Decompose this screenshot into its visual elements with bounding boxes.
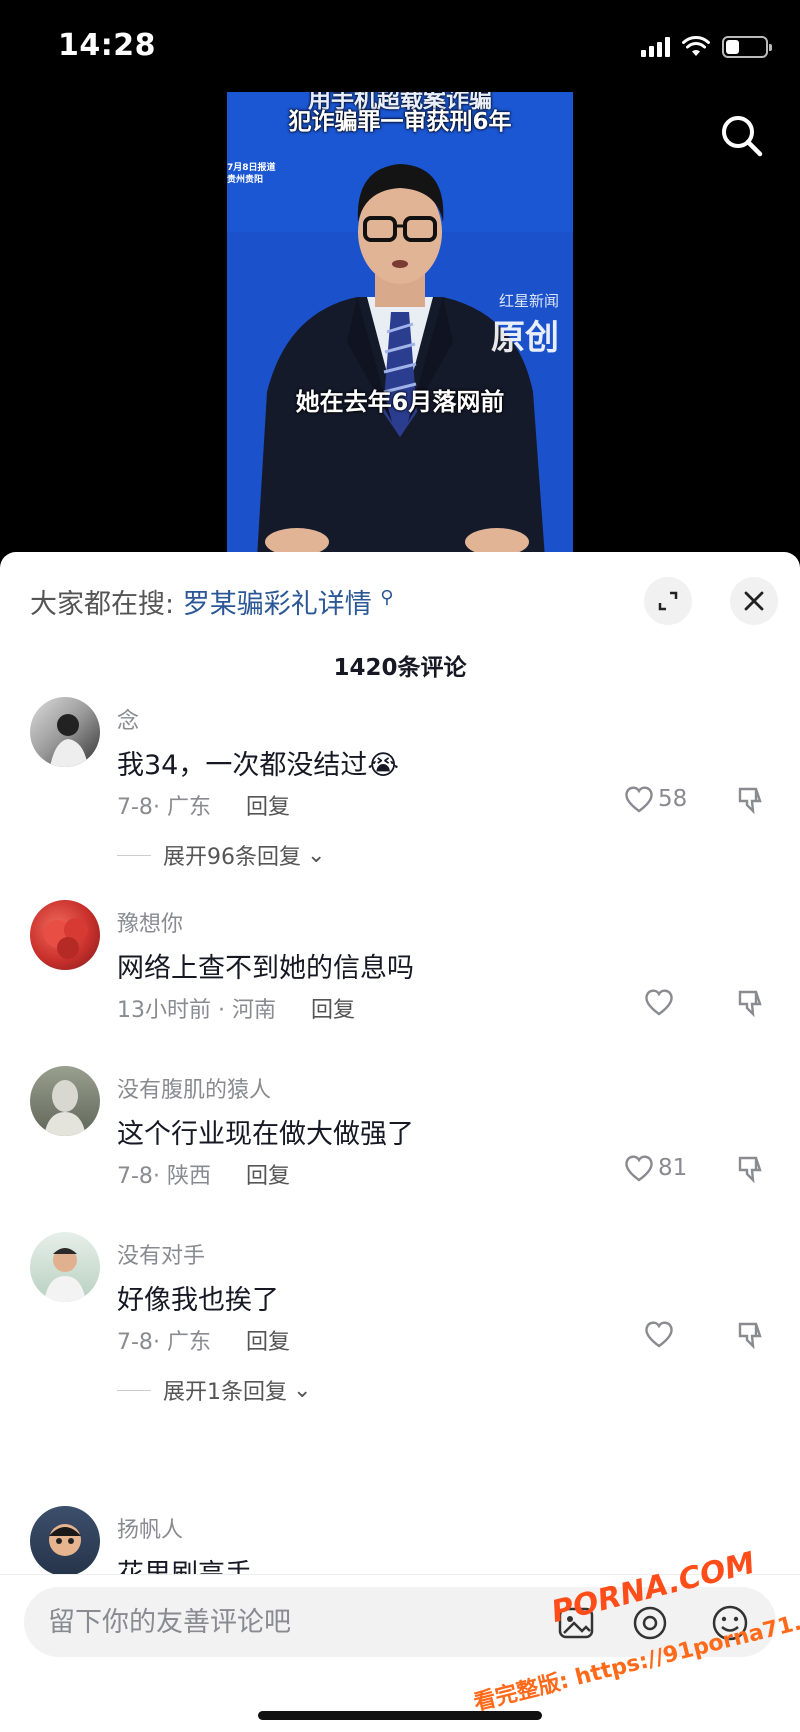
video-dateline: 7月8日报道 贵州贵阳 <box>227 162 276 186</box>
avatar[interactable] <box>30 1066 100 1136</box>
comment-time: 7-8 <box>117 1330 153 1355</box>
comment-time: 7-8 <box>117 795 153 820</box>
comment-username[interactable]: 没有对手 <box>117 1238 205 1270</box>
crying-emoji-icon: 😭 <box>367 750 399 781</box>
comment-username[interactable]: 豫想你 <box>117 906 183 938</box>
battery-level <box>726 40 739 54</box>
comment-location: 陕西 <box>166 1164 211 1189</box>
like-button[interactable]: 81 <box>624 1154 687 1182</box>
heart-icon <box>625 786 653 813</box>
dislike-icon[interactable] <box>736 1154 766 1184</box>
expand-replies-label: 展开1条回复 <box>163 1380 287 1405</box>
comment-text: 我34，一次都没结过😭 <box>117 743 399 782</box>
expand-replies-label: 展开96条回复 <box>163 845 301 870</box>
wifi-icon <box>682 36 710 56</box>
avatar[interactable] <box>30 900 100 970</box>
hot-search-bar[interactable]: 大家都在搜: 罗某骗彩礼详情 ⚲ <box>30 582 393 621</box>
reply-button[interactable]: 回复 <box>246 795 290 820</box>
comment-text: 花里刷高手 <box>117 1552 252 1574</box>
comment-time: 7-8 <box>117 1164 153 1189</box>
expand-sheet-button[interactable] <box>644 577 692 625</box>
status-bar: 14:28 <box>0 0 800 100</box>
hot-search-label: 大家都在搜: <box>30 589 175 620</box>
search-icon[interactable] <box>718 112 766 160</box>
comment-text: 网络上查不到她的信息吗 <box>117 953 414 984</box>
comment-meta: 7-8· 广东 回复 <box>117 1330 290 1355</box>
comment-body: 我34，一次都没结过 <box>117 750 368 781</box>
comment-text: 这个行业现在做大做强了 <box>117 1119 414 1150</box>
dislike-icon[interactable] <box>736 785 766 815</box>
avatar[interactable] <box>30 1506 100 1574</box>
home-indicator <box>258 1711 542 1720</box>
like-count: 58 <box>658 786 688 812</box>
like-button[interactable] <box>644 988 674 1016</box>
chevron-down-icon: ⌄ <box>293 1377 312 1403</box>
video-logo-source: 红星新闻 <box>498 292 559 310</box>
comment-username[interactable]: 没有腹肌的猿人 <box>117 1072 271 1104</box>
video-location: 贵州贵阳 <box>227 175 264 185</box>
battery-icon <box>722 36 772 58</box>
comment-meta: 7-8· 陕西 回复 <box>117 1164 290 1189</box>
video-player[interactable]: 用手机超载案诈骗 犯诈骗罪一审获刑6年 7月8日报道 贵州贵阳 红星新闻 原创 … <box>227 92 573 558</box>
dislike-icon[interactable] <box>736 988 766 1018</box>
expand-replies-button[interactable]: 展开1条回复 ⌄ <box>117 1374 311 1406</box>
reply-button[interactable]: 回复 <box>246 1164 290 1189</box>
heart-icon <box>645 989 673 1016</box>
reply-button[interactable]: 回复 <box>311 998 355 1023</box>
divider <box>117 854 151 856</box>
comment-meta: 13小时前 · 河南 回复 <box>117 998 356 1023</box>
close-button[interactable] <box>730 577 778 625</box>
status-time: 14:28 <box>58 28 156 63</box>
video-subtitle: 她在去年6月落网前 <box>295 388 505 416</box>
dislike-icon[interactable] <box>736 1320 766 1350</box>
comment-time: 13小时前 <box>117 998 211 1023</box>
close-icon <box>744 591 764 611</box>
expand-icon <box>658 591 678 611</box>
reply-button[interactable]: 回复 <box>246 1330 290 1355</box>
comment-text: 好像我也挨了 <box>117 1285 279 1316</box>
avatar[interactable] <box>30 697 100 767</box>
like-count: 81 <box>658 1155 688 1181</box>
like-button[interactable] <box>644 1320 674 1348</box>
video-headline-2: 犯诈骗罪一审获刑6年 <box>288 109 512 135</box>
chevron-down-icon: ⌄ <box>307 842 326 868</box>
comment-meta: 7-8· 广东 回复 <box>117 795 290 820</box>
video-logo-original: 原创 <box>491 318 559 358</box>
comment-username[interactable]: 扬帆人 <box>117 1512 183 1544</box>
heart-icon <box>645 1321 673 1348</box>
like-button[interactable]: 58 <box>624 785 687 813</box>
comment-location: 河南 <box>231 998 276 1023</box>
status-icons <box>641 36 772 58</box>
heart-icon <box>625 1155 653 1182</box>
divider <box>117 1389 151 1391</box>
hot-search-term[interactable]: 罗某骗彩礼详情 <box>183 589 372 620</box>
video-date: 7月8日报道 <box>227 163 276 173</box>
comment-location: 广东 <box>166 795 211 820</box>
cellular-signal-icon <box>641 37 670 57</box>
comment-count: 1420条评论 <box>333 655 467 681</box>
comment-location: 广东 <box>166 1330 211 1355</box>
search-icon: ⚲ <box>380 587 394 608</box>
comment-sheet: 大家都在搜: 罗某骗彩礼详情 ⚲ 1420条评论 念 我34，一次都没结过😭 7… <box>0 552 800 1732</box>
expand-replies-button[interactable]: 展开96条回复 ⌄ <box>117 839 325 871</box>
avatar[interactable] <box>30 1232 100 1302</box>
comment-username[interactable]: 念 <box>117 703 139 735</box>
